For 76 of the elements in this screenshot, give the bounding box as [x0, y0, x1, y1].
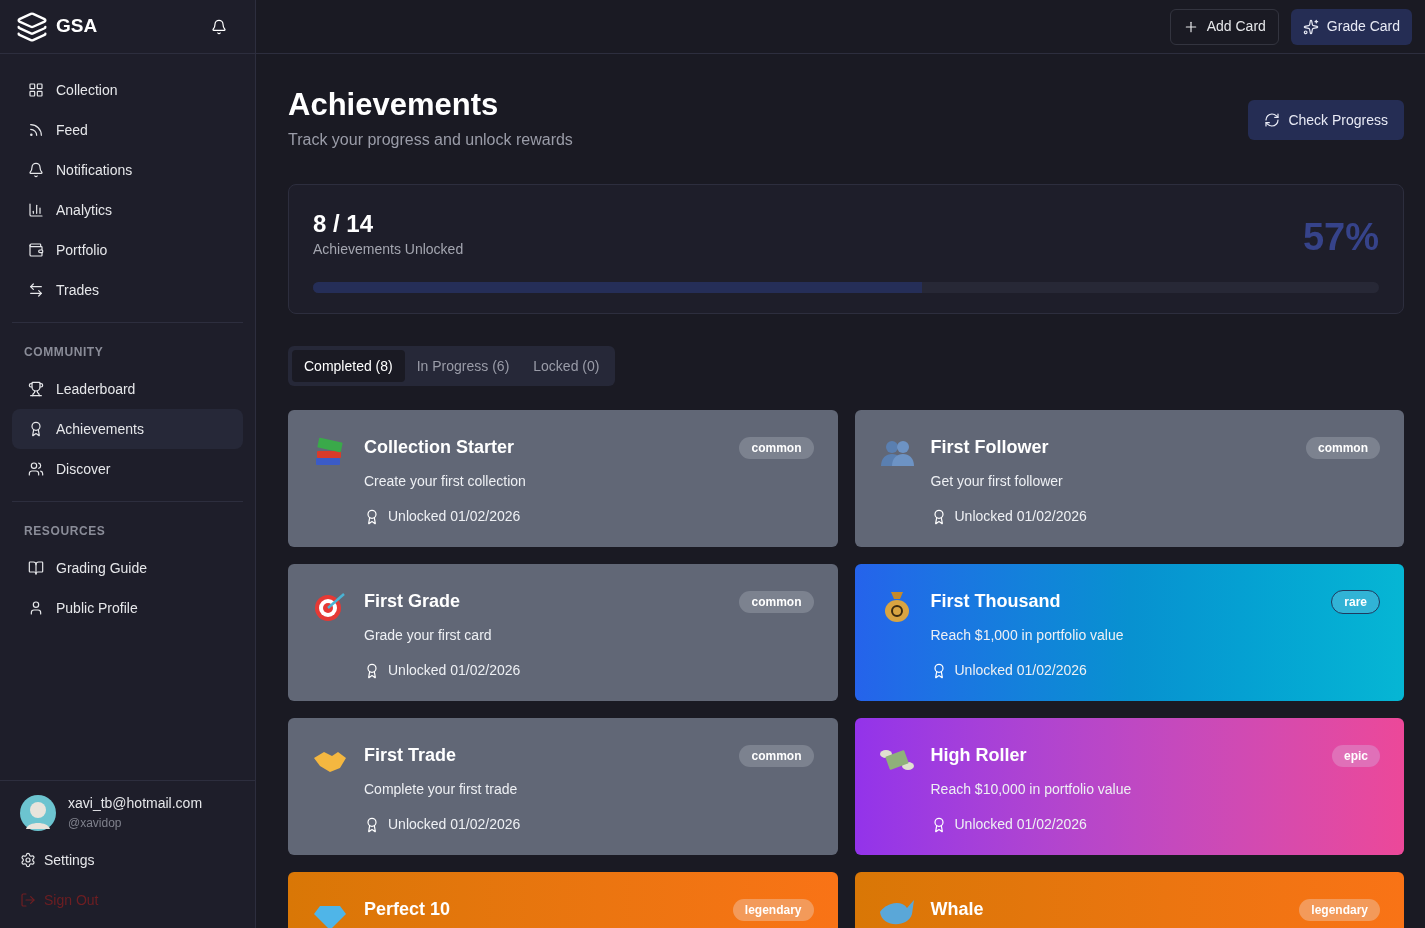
- user-handle: @xavidop: [68, 815, 123, 832]
- rarity-badge: common: [739, 590, 814, 613]
- rarity-badge: common: [739, 744, 814, 767]
- nav-item[interactable]: Leaderboard: [12, 369, 243, 409]
- toolbar-button[interactable]: Grade Card: [1290, 8, 1412, 45]
- sign-out-icon: [20, 892, 36, 908]
- rarity-badge: common: [1306, 436, 1380, 459]
- refresh-icon: [1264, 112, 1281, 128]
- nav-item[interactable]: Discover: [12, 449, 243, 489]
- achievement-title: Whale: [930, 898, 984, 921]
- bar-chart-icon: [28, 202, 44, 218]
- unlocked-date: Unlocked 01/02/2026: [388, 507, 521, 526]
- wallet-icon: [28, 242, 44, 258]
- nav-item[interactable]: Trades: [12, 270, 243, 310]
- achievement-title: High Roller: [930, 744, 1027, 767]
- achievement-title: Perfect 10: [364, 898, 451, 921]
- settings-icon: [20, 852, 36, 868]
- tab[interactable]: In Progress (6): [404, 350, 522, 382]
- unlocked-date: Unlocked 01/02/2026: [388, 815, 521, 834]
- nav-item[interactable]: Feed: [12, 110, 243, 150]
- unlocked-count: 8 / 14: [313, 209, 375, 239]
- toolbar-button[interactable]: Add Card: [1169, 8, 1279, 45]
- achievement-title: First Follower: [930, 436, 1049, 459]
- rarity-badge: legendary: [1299, 898, 1380, 921]
- user-icon: [28, 600, 44, 616]
- award-icon: [364, 508, 380, 525]
- tab[interactable]: Locked (0): [521, 350, 612, 382]
- nav-item[interactable]: Analytics: [12, 190, 243, 230]
- book-icon: [28, 560, 44, 576]
- section-heading: COMMUNITY: [23, 344, 105, 361]
- page-title: Achievements: [288, 86, 500, 124]
- achievement-title: First Grade: [364, 590, 461, 613]
- rarity-badge: epic: [1332, 744, 1380, 767]
- page-subtitle: Track your progress and unlock rewards: [288, 130, 573, 150]
- arrows-icon: [28, 282, 44, 298]
- settings-link[interactable]: Settings: [20, 840, 235, 880]
- unlocked-date: Unlocked 01/02/2026: [954, 815, 1087, 834]
- unlocked-date: Unlocked 01/02/2026: [388, 661, 521, 680]
- achievement-description: Get your first follower: [930, 472, 1064, 491]
- achievement-description: Grade your first card: [364, 626, 493, 645]
- award-icon: [28, 421, 44, 437]
- logo-icon: [16, 10, 48, 43]
- avatar: [20, 794, 56, 831]
- trophy-icon: [28, 381, 44, 397]
- nav-item[interactable]: Portfolio: [12, 230, 243, 270]
- achievement-title: First Trade: [364, 744, 457, 767]
- achievement-title: First Thousand: [930, 590, 1061, 613]
- user-email: xavi_tb@hotmail.com: [68, 794, 203, 813]
- brand-name: GSA: [56, 14, 98, 39]
- nav-item[interactable]: Grading Guide: [12, 548, 243, 588]
- achievement-title: Collection Starter: [364, 436, 515, 459]
- rarity-badge: common: [739, 436, 814, 459]
- nav-item[interactable]: Collection: [12, 70, 243, 110]
- unlocked-label: Achievements Unlocked: [313, 240, 464, 259]
- achievement-description: Reach $1,000 in portfolio value: [930, 626, 1125, 645]
- grid-icon: [28, 82, 44, 98]
- achievement-description: Reach $10,000 in portfolio value: [930, 780, 1133, 799]
- achievement-description: Complete your first trade: [364, 780, 519, 799]
- nav-item[interactable]: Public Profile: [12, 588, 243, 628]
- rarity-badge: rare: [1331, 589, 1380, 614]
- users-icon: [28, 461, 44, 477]
- nav-item[interactable]: Achievements: [12, 409, 243, 449]
- unlocked-date: Unlocked 01/02/2026: [954, 507, 1087, 526]
- achievement-description: Create your first collection: [364, 472, 527, 491]
- unlocked-date: Unlocked 01/02/2026: [954, 661, 1087, 680]
- sparkle-icon: [1302, 18, 1319, 35]
- percent-value: 57%: [1302, 215, 1379, 260]
- bell-icon: [28, 162, 44, 178]
- feed-icon: [28, 122, 44, 138]
- award-icon: [364, 662, 380, 679]
- tab[interactable]: Completed (8): [292, 350, 405, 382]
- award-icon: [364, 816, 380, 833]
- section-heading: RESOURCES: [23, 523, 107, 540]
- rarity-badge: legendary: [732, 898, 814, 921]
- nav-item[interactable]: Notifications: [12, 150, 243, 190]
- check-progress-button[interactable]: Check Progress: [1248, 100, 1404, 140]
